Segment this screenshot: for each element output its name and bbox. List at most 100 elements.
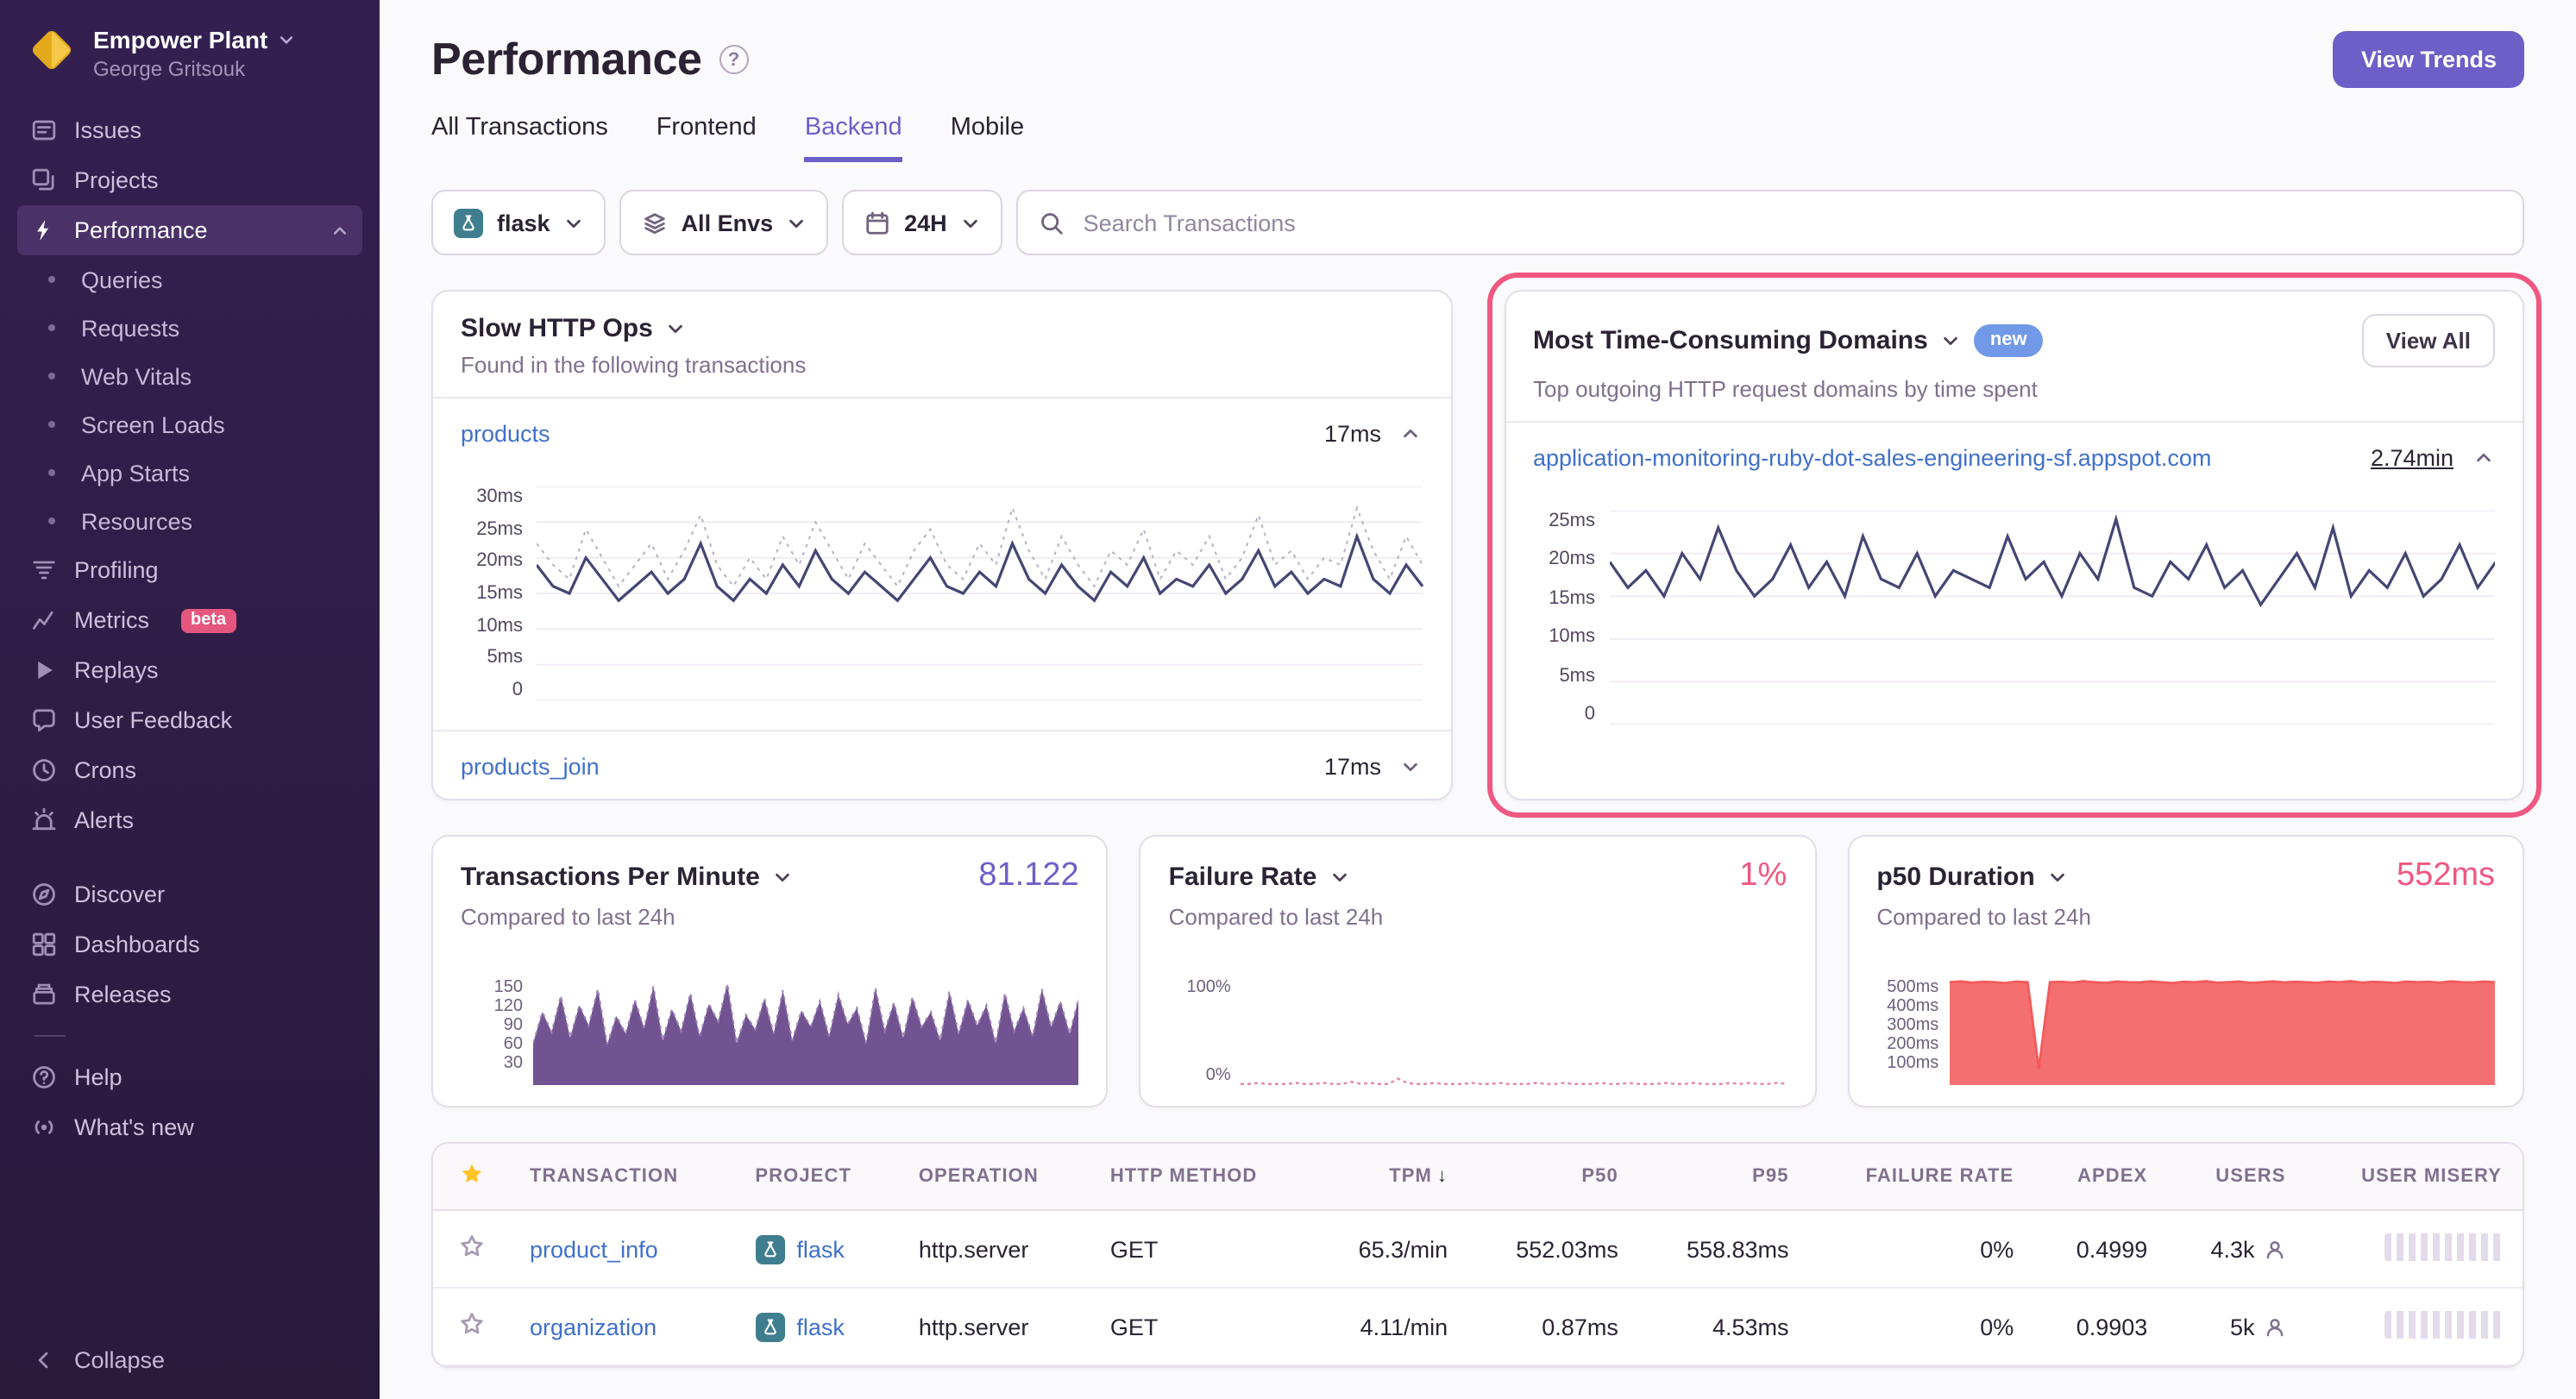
grid-icon — [31, 932, 57, 957]
project-link[interactable]: flask — [755, 1312, 845, 1341]
transaction-link[interactable]: products — [461, 420, 550, 446]
environment-filter[interactable]: All Envs — [619, 190, 829, 255]
help-circle-icon — [31, 1064, 57, 1090]
col-users[interactable]: USERS — [2168, 1144, 2306, 1210]
http-method-cell: GET — [1090, 1210, 1313, 1288]
chevron-down-icon[interactable] — [2049, 867, 2068, 886]
sidebar-item-alerts[interactable]: Alerts — [17, 795, 362, 845]
star-column-header[interactable] — [433, 1144, 509, 1210]
collapse-toggle[interactable] — [2467, 442, 2498, 473]
org-logo-icon — [28, 26, 76, 74]
new-badge: new — [1975, 325, 2043, 356]
transaction-link[interactable]: product_info — [530, 1236, 658, 1262]
sidebar-item-requests[interactable]: Requests — [17, 304, 362, 352]
bullet-icon — [48, 324, 55, 331]
tab-all-transactions[interactable]: All Transactions — [431, 114, 608, 162]
sidebar-item-user-feedback[interactable]: User Feedback — [17, 695, 362, 745]
stat-subtitle: Compared to last 24h — [1876, 904, 2495, 930]
col-p95[interactable]: P95 — [1639, 1144, 1810, 1210]
view-trends-button[interactable]: View Trends — [2334, 31, 2524, 88]
p95-cell: 558.83ms — [1639, 1210, 1810, 1288]
sidebar-item-crons[interactable]: Crons — [17, 745, 362, 795]
col-operation[interactable]: OPERATION — [898, 1144, 1090, 1210]
sidebar-item-releases[interactable]: Releases — [17, 969, 362, 1019]
sidebar-item-discover[interactable]: Discover — [17, 869, 362, 919]
feedback-bubble-icon — [31, 707, 57, 733]
chevron-down-icon[interactable] — [1942, 331, 1961, 350]
duration-value[interactable]: 2.74min — [2371, 444, 2453, 470]
operation-cell: http.server — [898, 1288, 1090, 1365]
broadcast-icon — [31, 1114, 57, 1140]
domain-link[interactable]: application-monitoring-ruby-dot-sales-en… — [1533, 444, 2211, 470]
user-misery-bars — [2384, 1233, 2502, 1260]
apdex-cell: 0.4999 — [2034, 1210, 2168, 1288]
sidebar-item-help[interactable]: Help — [17, 1052, 362, 1102]
stat-value: 552ms — [2397, 857, 2495, 895]
sidebar-item-projects[interactable]: Projects — [17, 155, 362, 205]
transaction-link[interactable]: products_join — [461, 753, 600, 779]
beta-badge: beta — [180, 608, 236, 632]
stat-subtitle: Compared to last 24h — [1169, 904, 1787, 930]
sidebar-item-replays[interactable]: Replays — [17, 645, 362, 695]
issues-icon — [31, 117, 57, 143]
transaction-link[interactable]: organization — [530, 1314, 657, 1339]
latency-line-chart — [537, 486, 1423, 700]
sidebar-item-web-vitals[interactable]: Web Vitals — [17, 352, 362, 400]
date-range-filter[interactable]: 24H — [842, 190, 1002, 255]
sidebar-nav: Issues Projects Performance Queries Requ… — [0, 102, 380, 1325]
col-project[interactable]: PROJECT — [734, 1144, 897, 1210]
sidebar-item-resources[interactable]: Resources — [17, 497, 362, 545]
org-user: George Gritsouk — [93, 57, 295, 81]
domain-latency-line-chart — [1609, 511, 2495, 725]
chevron-down-icon — [667, 319, 686, 338]
col-user-misery[interactable]: USER MISERY — [2307, 1144, 2523, 1210]
star-outline-icon[interactable] — [458, 1311, 484, 1337]
sidebar-collapse-button[interactable]: Collapse — [0, 1325, 380, 1399]
sidebar-item-app-starts[interactable]: App Starts — [17, 449, 362, 497]
tpm-card: Transactions Per Minute 81.122 Compared … — [431, 835, 1109, 1107]
chevron-down-icon — [787, 213, 806, 232]
sidebar-item-profiling[interactable]: Profiling — [17, 545, 362, 595]
failure-line-chart — [1241, 978, 1787, 1085]
panel-title: Most Time-Consuming Domains — [1533, 326, 1928, 355]
star-outline-icon[interactable] — [458, 1233, 484, 1259]
sidebar-item-screen-loads[interactable]: Screen Loads — [17, 400, 362, 449]
col-failure-rate[interactable]: FAILURE RATE — [1810, 1144, 2035, 1210]
sidebar-item-whats-new[interactable]: What's new — [17, 1102, 362, 1152]
col-apdex[interactable]: APDEX — [2034, 1144, 2168, 1210]
view-all-button[interactable]: View All — [2362, 314, 2495, 367]
col-transaction[interactable]: TRANSACTION — [509, 1144, 734, 1210]
sidebar-item-queries[interactable]: Queries — [17, 255, 362, 304]
sidebar-item-metrics[interactable]: Metrics beta — [17, 595, 362, 645]
col-p50[interactable]: P50 — [1468, 1144, 1639, 1210]
flask-project-icon — [755, 1234, 784, 1264]
expand-toggle[interactable] — [1395, 750, 1426, 781]
sidebar-item-performance[interactable]: Performance — [17, 205, 362, 255]
search-input[interactable] — [1080, 208, 2502, 237]
col-http-method[interactable]: HTTP METHOD — [1090, 1144, 1313, 1210]
collapse-toggle[interactable] — [1395, 417, 1426, 449]
user-icon — [2264, 1315, 2286, 1338]
sidebar-item-dashboards[interactable]: Dashboards — [17, 919, 362, 969]
tab-mobile[interactable]: Mobile — [951, 114, 1024, 162]
chevron-down-icon — [278, 31, 295, 48]
metrics-icon — [31, 607, 57, 633]
duration-value: 17ms — [1324, 420, 1381, 446]
duration-value: 17ms — [1324, 753, 1381, 779]
col-tpm[interactable]: TPM — [1313, 1144, 1468, 1210]
chevron-down-icon[interactable] — [1330, 867, 1349, 886]
p50-cell: 0.87ms — [1468, 1288, 1639, 1365]
sidebar-item-issues[interactable]: Issues — [17, 105, 362, 155]
tab-backend[interactable]: Backend — [805, 114, 902, 162]
y-axis-labels: 150 120 90 60 30 — [461, 978, 523, 1085]
help-icon[interactable] — [719, 45, 749, 74]
users-cell: 5k — [2230, 1314, 2286, 1339]
user-misery-bars — [2384, 1310, 2502, 1338]
chevron-down-icon[interactable] — [774, 867, 793, 886]
filter-bar: flask All Envs 24H — [431, 190, 2524, 255]
tab-frontend[interactable]: Frontend — [657, 114, 757, 162]
project-filter[interactable]: flask — [431, 190, 606, 255]
org-switcher[interactable]: Empower Plant George Gritsouk — [0, 0, 380, 102]
slow-http-ops-selector[interactable]: Slow HTTP Ops — [461, 314, 1423, 343]
project-link[interactable]: flask — [755, 1234, 845, 1264]
